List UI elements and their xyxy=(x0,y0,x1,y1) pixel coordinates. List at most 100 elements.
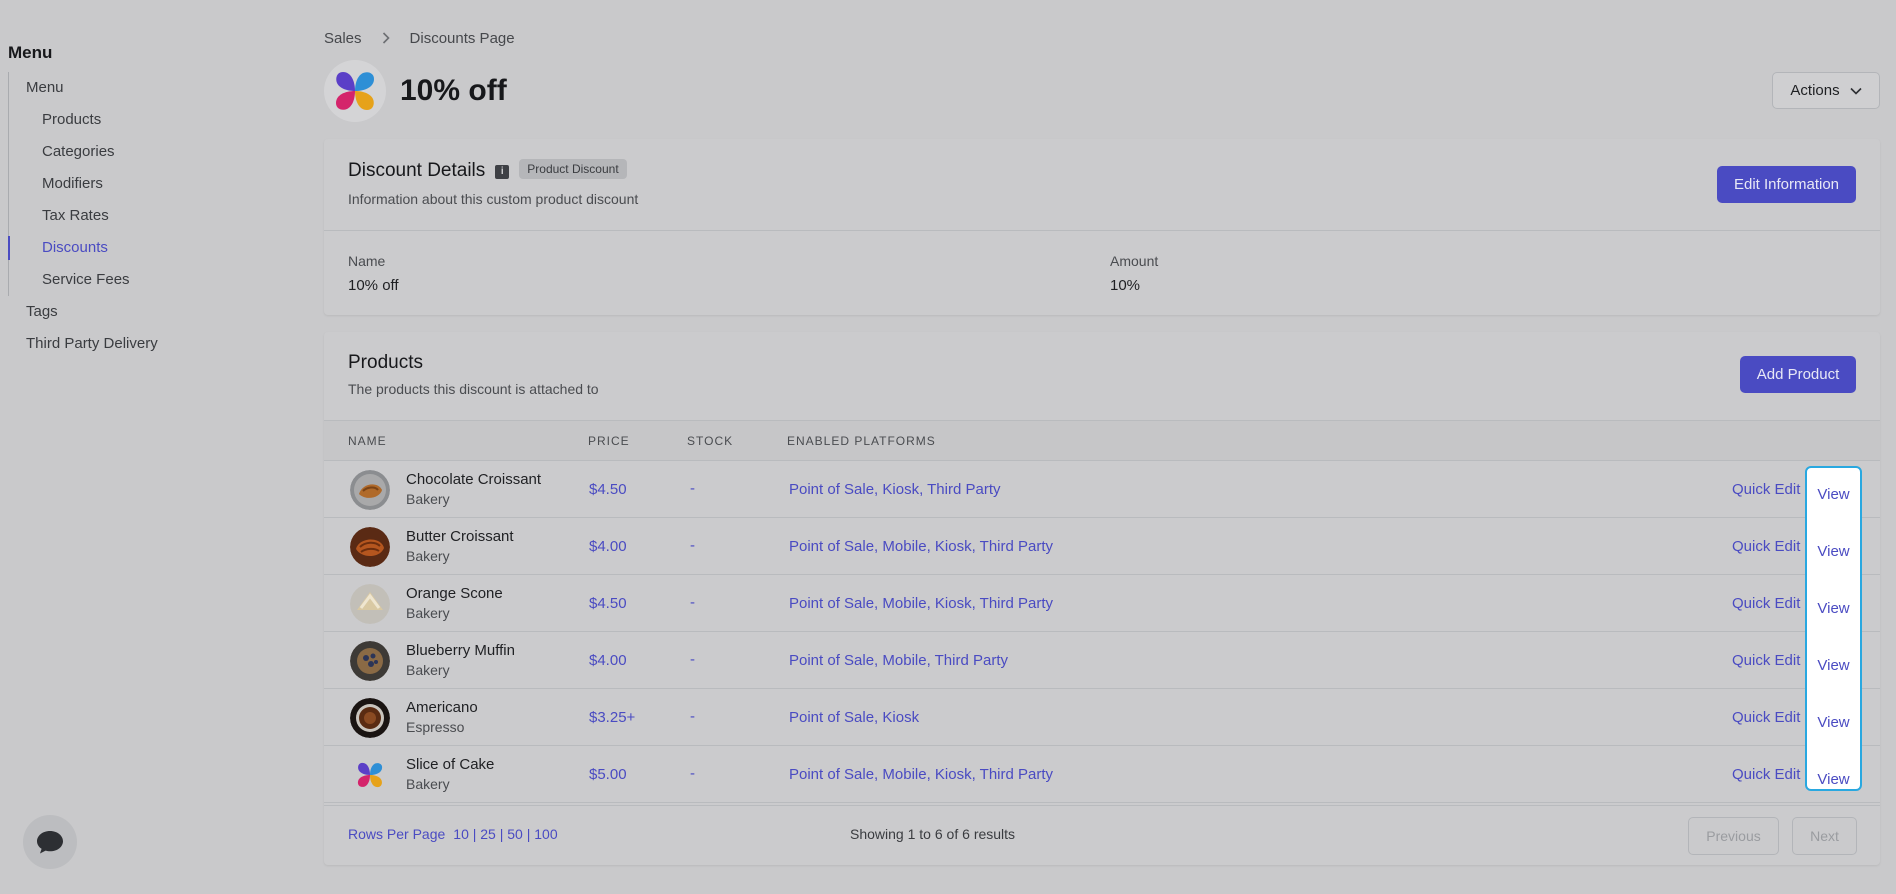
actions-dropdown-button[interactable]: Actions xyxy=(1772,72,1880,109)
product-category: Bakery xyxy=(406,491,450,507)
discount-avatar xyxy=(324,60,386,122)
breadcrumb-sales[interactable]: Sales xyxy=(324,30,362,47)
next-page-button[interactable]: Next xyxy=(1792,817,1857,855)
product-name[interactable]: Chocolate Croissant xyxy=(406,471,541,488)
product-name[interactable]: Orange Scone xyxy=(406,585,503,602)
product-thumbnail xyxy=(350,698,390,738)
pinwheel-logo-icon xyxy=(357,762,383,788)
product-platforms[interactable]: Point of Sale, Kiosk, Third Party xyxy=(789,481,1001,498)
product-price[interactable]: $3.25+ xyxy=(589,709,635,726)
product-price[interactable]: $5.00 xyxy=(589,766,627,783)
view-link[interactable]: View xyxy=(1805,580,1862,637)
showing-to-word: to xyxy=(919,826,931,842)
sidebar-item-discounts[interactable]: Discounts xyxy=(8,232,308,264)
breadcrumb-current[interactable]: Discounts Page xyxy=(410,30,515,47)
view-link[interactable]: View xyxy=(1805,466,1862,523)
quick-edit-link[interactable]: Quick Edit xyxy=(1732,766,1800,783)
product-stock[interactable]: - xyxy=(690,537,695,554)
quick-edit-link[interactable]: Quick Edit xyxy=(1732,709,1800,726)
results-summary: Showing 1 to 6 of 6 results xyxy=(850,826,1015,842)
sidebar-item-categories[interactable]: Categories xyxy=(9,136,308,168)
table-row[interactable]: Orange Scone Bakery $4.50 - Point of Sal… xyxy=(324,575,1880,632)
table-row[interactable]: Chocolate Croissant Bakery $4.50 - Point… xyxy=(324,461,1880,518)
product-price[interactable]: $4.00 xyxy=(589,652,627,669)
view-link[interactable]: View xyxy=(1805,637,1862,694)
product-stock[interactable]: - xyxy=(690,594,695,611)
add-product-button[interactable]: Add Product xyxy=(1740,356,1856,393)
product-thumbnail xyxy=(350,584,390,624)
edit-information-button[interactable]: Edit Information xyxy=(1717,166,1856,203)
quick-edit-link[interactable]: Quick Edit xyxy=(1732,595,1800,612)
showing-to: 6 xyxy=(934,826,943,842)
field-label-name: Name xyxy=(348,253,386,269)
column-header-price[interactable]: PRICE xyxy=(588,434,630,448)
product-name[interactable]: Butter Croissant xyxy=(406,528,514,545)
product-platforms[interactable]: Point of Sale, Mobile, Third Party xyxy=(789,652,1008,669)
product-price[interactable]: $4.50 xyxy=(589,481,627,498)
column-header-stock[interactable]: STOCK xyxy=(687,434,733,448)
sidebar-item-tax-rates[interactable]: Tax Rates xyxy=(9,200,308,232)
sidebar-item-modifiers[interactable]: Modifiers xyxy=(9,168,308,200)
sidebar-item-third-party-delivery[interactable]: Third Party Delivery xyxy=(8,328,308,360)
rows-per-page-options[interactable]: 10 | 25 | 50 | 100 xyxy=(453,826,557,842)
showing-from: 1 xyxy=(907,826,916,842)
product-name[interactable]: Slice of Cake xyxy=(406,756,494,773)
table-row[interactable]: Blueberry Muffin Bakery $4.00 - Point of… xyxy=(324,632,1880,689)
product-thumbnail xyxy=(350,470,390,510)
divider xyxy=(324,230,1880,231)
view-link[interactable]: View xyxy=(1805,751,1862,808)
product-price[interactable]: $4.00 xyxy=(589,538,627,555)
quick-edit-link[interactable]: Quick Edit xyxy=(1732,652,1800,669)
pinwheel-logo-icon xyxy=(336,72,374,110)
discount-type-badge: Product Discount xyxy=(519,159,627,179)
product-platforms[interactable]: Point of Sale, Mobile, Kiosk, Third Part… xyxy=(789,766,1053,783)
menu-children: Products Categories Modifiers Tax Rates … xyxy=(8,104,308,296)
product-platforms[interactable]: Point of Sale, Mobile, Kiosk, Third Part… xyxy=(789,538,1053,555)
showing-results-word: results xyxy=(973,826,1016,842)
column-header-name[interactable]: NAME xyxy=(348,434,387,448)
product-price[interactable]: $4.50 xyxy=(589,595,627,612)
breadcrumb: Sales Discounts Page xyxy=(324,30,515,47)
showing-prefix: Showing xyxy=(850,826,904,842)
details-title-row: Discount Details i Product Discount xyxy=(348,159,627,182)
product-stock[interactable]: - xyxy=(690,480,695,497)
field-value-name: 10% off xyxy=(348,277,399,294)
chat-bubble-icon xyxy=(37,831,63,854)
showing-total: 6 xyxy=(962,826,970,842)
product-platforms[interactable]: Point of Sale, Mobile, Kiosk, Third Part… xyxy=(789,595,1053,612)
product-thumbnail xyxy=(350,641,390,681)
product-category: Bakery xyxy=(406,605,450,621)
table-row[interactable]: Slice of Cake Bakery $5.00 - Point of Sa… xyxy=(324,746,1880,803)
sidebar-item-tags[interactable]: Tags xyxy=(8,296,308,328)
product-name[interactable]: Blueberry Muffin xyxy=(406,642,515,659)
table-header: NAME PRICE STOCK ENABLED PLATFORMS xyxy=(324,420,1880,461)
product-category: Bakery xyxy=(406,776,450,792)
product-name[interactable]: Americano xyxy=(406,699,478,716)
product-category: Espresso xyxy=(406,719,465,735)
column-header-platforms[interactable]: ENABLED PLATFORMS xyxy=(787,434,936,448)
sidebar: Menu Menu Products Categories Modifiers … xyxy=(0,0,320,894)
quick-edit-link[interactable]: Quick Edit xyxy=(1732,481,1800,498)
product-stock[interactable]: - xyxy=(690,651,695,668)
product-platforms[interactable]: Point of Sale, Kiosk xyxy=(789,709,919,726)
sidebar-item-menu[interactable]: Menu xyxy=(8,72,308,104)
chat-button[interactable] xyxy=(23,815,77,869)
sidebar-item-products[interactable]: Products xyxy=(9,104,308,136)
page-header: 10% off xyxy=(324,60,507,122)
previous-page-button[interactable]: Previous xyxy=(1688,817,1779,855)
table-row[interactable]: Americano Espresso $3.25+ - Point of Sal… xyxy=(324,689,1880,746)
field-label-amount: Amount xyxy=(1110,253,1159,269)
quick-edit-link[interactable]: Quick Edit xyxy=(1732,538,1800,555)
view-link[interactable]: View xyxy=(1805,523,1862,580)
sidebar-item-service-fees[interactable]: Service Fees xyxy=(9,264,308,296)
view-link[interactable]: View xyxy=(1805,694,1862,751)
discount-details-card: Discount Details i Product Discount Inform… xyxy=(324,139,1880,315)
chevron-right-icon xyxy=(382,31,390,47)
product-category: Bakery xyxy=(406,662,450,678)
info-icon[interactable]: i xyxy=(495,164,510,179)
product-stock[interactable]: - xyxy=(690,765,695,782)
table-body: Chocolate Croissant Bakery $4.50 - Point… xyxy=(324,461,1880,803)
view-column: View View View View View View xyxy=(1805,466,1862,808)
product-stock[interactable]: - xyxy=(690,708,695,725)
table-row[interactable]: Butter Croissant Bakery $4.00 - Point of… xyxy=(324,518,1880,575)
